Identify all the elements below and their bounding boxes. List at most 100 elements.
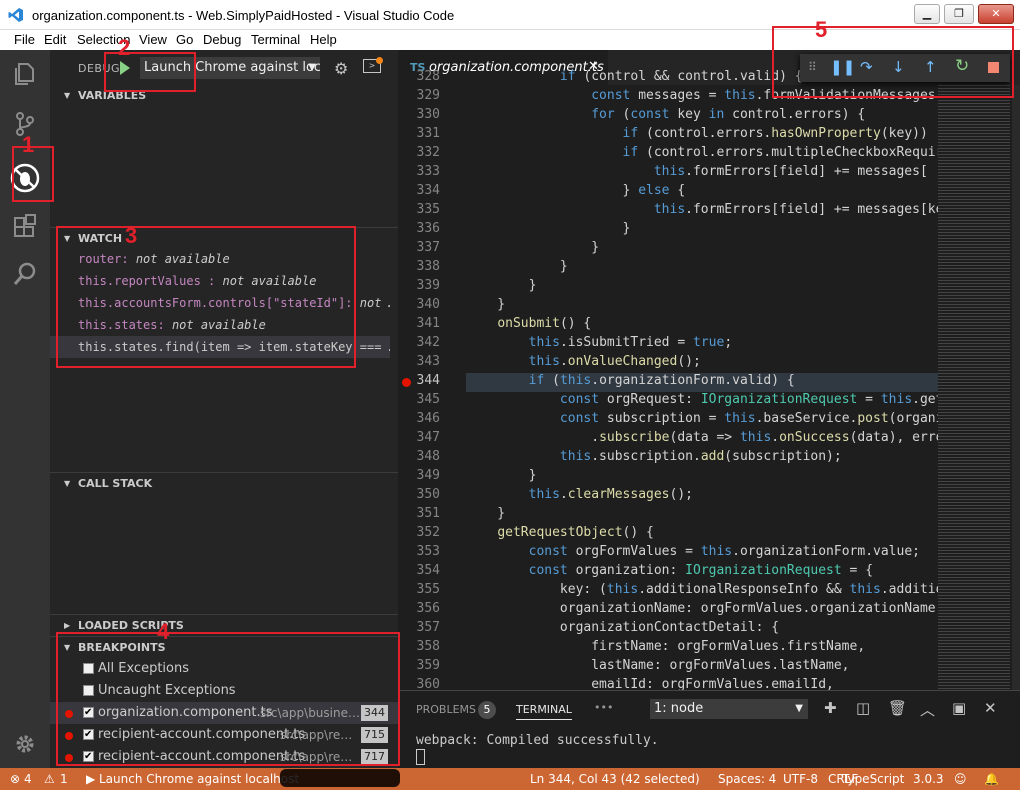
code-line[interactable]: this.onValueChanged();: [466, 354, 701, 369]
window-title: organization.component.ts - Web.SimplyPa…: [32, 8, 455, 23]
line-number: 336: [416, 221, 440, 236]
code-line[interactable]: this.subscription.add(subscription);: [466, 449, 842, 464]
code-line[interactable]: } else {: [466, 183, 686, 198]
code-line[interactable]: if (control.errors.multipleCheckboxRequi…: [466, 145, 952, 160]
search-icon[interactable]: [9, 258, 41, 290]
code-line[interactable]: this.clearMessages();: [466, 487, 693, 502]
annotation-box-4: [56, 632, 400, 766]
code-line[interactable]: }: [466, 297, 505, 312]
code-line[interactable]: const subscription = this.baseService.po…: [466, 411, 944, 426]
code-line[interactable]: key: (this.additionalResponseInfo && thi…: [466, 582, 944, 597]
code-line[interactable]: this.isSubmitTried = true;: [466, 335, 733, 350]
code-line[interactable]: firstName: orgFormValues.firstName,: [466, 639, 865, 654]
line-number: 339: [416, 278, 440, 293]
line-number: 350: [416, 487, 440, 502]
menu-terminal[interactable]: Terminal: [251, 32, 300, 47]
code-line[interactable]: const organization: IOrganizationRequest…: [466, 563, 873, 578]
close-panel-icon[interactable]: ✕: [984, 699, 997, 717]
annotation-number-4: 4: [157, 619, 170, 644]
warnings-count[interactable]: 1: [60, 768, 68, 790]
menu-debug[interactable]: Debug: [203, 32, 241, 47]
menu-help[interactable]: Help: [310, 32, 337, 47]
line-number: 338: [416, 259, 440, 274]
code-line[interactable]: const orgRequest: IOrganizationRequest =…: [466, 392, 951, 407]
split-terminal-icon[interactable]: ◫: [856, 699, 870, 717]
code-line[interactable]: const orgFormValues = this.organizationF…: [466, 544, 920, 559]
maximize-button[interactable]: ❐: [944, 4, 974, 24]
terminal-select[interactable]: 1: node ▼: [650, 699, 808, 719]
gear-icon[interactable]: ⚙: [334, 59, 348, 78]
code-line[interactable]: this.formErrors[field] += messages[ke: [466, 202, 944, 217]
code-line[interactable]: }: [466, 278, 537, 293]
line-number: 358: [416, 639, 440, 654]
menu-file[interactable]: File: [14, 32, 35, 47]
bell-icon[interactable]: 🔔: [984, 768, 999, 790]
code-line[interactable]: this.formErrors[field] += messages[: [466, 164, 928, 179]
line-number: 331: [416, 126, 440, 141]
chevron-down-icon: ▼: [64, 91, 71, 100]
code-area[interactable]: 328 if (control && control.valid) {329 c…: [398, 69, 1020, 690]
tab-terminal[interactable]: TERMINAL: [516, 703, 572, 720]
trash-icon[interactable]: 🗑: [888, 699, 907, 717]
minimize-button[interactable]: ▁: [914, 4, 940, 24]
variables-section-header[interactable]: ▼ VARIABLES: [50, 85, 398, 107]
line-number: 333: [416, 164, 440, 179]
line-number: 349: [416, 468, 440, 483]
errors-icon[interactable]: ⊗: [10, 768, 20, 790]
gear-icon[interactable]: [9, 728, 41, 760]
editor-scrollbar[interactable]: [1012, 85, 1020, 690]
terminal-panel: PROBLEMS 5 TERMINAL ••• 1: node ▼ ✚ ◫ 🗑 …: [398, 690, 1020, 768]
annotation-box-5: [772, 26, 1014, 98]
line-number: 328: [416, 69, 440, 84]
line-number: 357: [416, 620, 440, 635]
ts-version[interactable]: 3.0.3: [913, 768, 944, 790]
play-icon: ▶: [86, 772, 96, 786]
code-line[interactable]: for (const key in control.errors) {: [466, 107, 865, 122]
code-line[interactable]: onSubmit() {: [466, 316, 591, 331]
cursor-position[interactable]: Ln 344, Col 43 (42 selected): [530, 768, 700, 790]
panel-layout-icon[interactable]: ▣: [952, 699, 966, 717]
launch-status[interactable]: Launch Chrome against localhost: [99, 768, 299, 790]
code-line[interactable]: organizationContactDetail: {: [466, 620, 779, 635]
encoding[interactable]: UTF-8: [783, 768, 818, 790]
code-line[interactable]: emailId: orgFormValues.emailId,: [466, 677, 834, 690]
line-number: 360: [416, 677, 440, 690]
extensions-icon[interactable]: [9, 210, 41, 242]
chevron-up-icon[interactable]: ︿: [920, 699, 935, 720]
code-line[interactable]: if (control && control.valid) {: [466, 69, 803, 84]
close-button[interactable]: ✕: [978, 4, 1014, 24]
code-line[interactable]: .subscribe(data => this.onSuccess(data),…: [466, 430, 951, 445]
errors-count[interactable]: 4: [24, 768, 32, 790]
smiley-icon[interactable]: ☺: [954, 768, 967, 790]
tab-problems[interactable]: PROBLEMS: [416, 703, 476, 716]
code-line[interactable]: }: [466, 240, 599, 255]
call-stack-section-header[interactable]: ▼ CALL STACK: [50, 472, 398, 495]
menu-view[interactable]: View: [139, 32, 167, 47]
explorer-icon[interactable]: [9, 58, 41, 90]
code-line[interactable]: }: [466, 506, 505, 521]
annotation-number-1: 1: [22, 132, 35, 157]
line-number: 332: [416, 145, 440, 160]
code-line[interactable]: }: [466, 221, 631, 236]
code-line[interactable]: }: [466, 259, 568, 274]
warnings-icon[interactable]: ⚠: [44, 768, 55, 790]
code-line[interactable]: if (this.organizationForm.valid) {: [466, 373, 795, 388]
more-actions-icon[interactable]: •••: [594, 701, 613, 714]
language-mode[interactable]: TypeScript: [842, 768, 904, 790]
debug-header: DEBUG Launch Chrome against loc ▼ ⚙ >: [50, 50, 398, 86]
line-number: 347: [416, 430, 440, 445]
code-line[interactable]: }: [466, 468, 537, 483]
line-number: 346: [416, 411, 440, 426]
menu-edit[interactable]: Edit: [44, 32, 66, 47]
line-number: 343: [416, 354, 440, 369]
line-number: 345: [416, 392, 440, 407]
code-line[interactable]: lastName: orgFormValues.lastName,: [466, 658, 849, 673]
code-line[interactable]: organizationName: orgFormValues.organiza…: [466, 601, 944, 616]
minimap[interactable]: [938, 85, 1010, 690]
menu-go[interactable]: Go: [176, 32, 193, 47]
code-line[interactable]: getRequestObject() {: [466, 525, 654, 540]
new-terminal-icon[interactable]: ✚: [824, 699, 837, 717]
code-editor[interactable]: TS organization.component.ts ✕ 328 if (c…: [398, 50, 1020, 690]
code-line[interactable]: if (control.errors.hasOwnProperty(key)): [466, 126, 928, 141]
indentation[interactable]: Spaces: 4: [718, 768, 776, 790]
